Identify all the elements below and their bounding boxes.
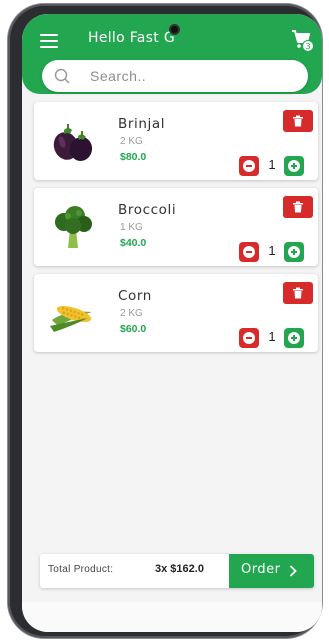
delete-button[interactable] — [283, 196, 313, 218]
total-product-value: 3x $162.0 — [155, 563, 204, 575]
cart-count-badge: 3 — [302, 40, 314, 52]
hamburger-menu-icon[interactable] — [40, 34, 58, 48]
product-card-broccoli: Broccoli 1 KG $40.0 1 — [34, 188, 318, 266]
minus-icon — [243, 246, 255, 258]
minus-icon — [243, 332, 255, 344]
corn-image — [50, 306, 92, 332]
increase-quantity-button[interactable] — [284, 242, 304, 262]
quantity-value: 1 — [268, 329, 276, 344]
phone-frame: Hello Fast G 3 Search.. Brinjal 2 KG $80… — [8, 4, 322, 638]
decrease-quantity-button[interactable] — [239, 156, 259, 176]
trash-icon — [293, 287, 303, 299]
bottom-system-area — [22, 602, 322, 632]
delete-button[interactable] — [283, 110, 313, 132]
app-screen: Hello Fast G 3 Search.. Brinjal 2 KG $80… — [22, 14, 322, 632]
order-button-label: Order — [241, 562, 281, 577]
product-weight: 1 KG — [120, 222, 143, 233]
broccoli-image — [55, 206, 92, 248]
search-icon — [54, 68, 70, 84]
product-price: $80.0 — [120, 151, 147, 163]
eggplant-image — [53, 124, 93, 161]
quantity-value: 1 — [268, 157, 276, 172]
trash-icon — [293, 201, 303, 213]
plus-icon — [288, 246, 300, 258]
chevron-right-icon — [289, 565, 297, 577]
search-input[interactable] — [90, 66, 290, 86]
trash-icon — [293, 115, 303, 127]
increase-quantity-button[interactable] — [284, 156, 304, 176]
product-price: $40.0 — [120, 237, 147, 249]
page-title: Hello Fast G — [88, 30, 175, 46]
total-product-label: Total Product: — [48, 564, 114, 575]
quantity-value: 1 — [268, 243, 276, 258]
product-card-brinjal: Brinjal 2 KG $80.0 1 — [34, 102, 318, 180]
decrease-quantity-button[interactable] — [239, 328, 259, 348]
product-name: Corn — [118, 288, 152, 304]
decrease-quantity-button[interactable] — [239, 242, 259, 262]
delete-button[interactable] — [283, 282, 313, 304]
increase-quantity-button[interactable] — [284, 328, 304, 348]
product-price: $60.0 — [120, 323, 147, 335]
plus-icon — [288, 332, 300, 344]
minus-icon — [243, 160, 255, 172]
product-card-corn: Corn 2 KG $60.0 1 — [34, 274, 318, 352]
order-button[interactable]: Order — [229, 554, 314, 588]
product-weight: 2 KG — [120, 308, 143, 319]
product-weight: 2 KG — [120, 136, 143, 147]
product-name: Brinjal — [118, 116, 166, 132]
plus-icon — [288, 160, 300, 172]
order-summary-bar: Total Product: 3x $162.0 Order — [40, 554, 314, 588]
front-camera — [169, 24, 180, 35]
product-name: Broccoli — [118, 202, 177, 218]
search-bar — [42, 60, 308, 92]
